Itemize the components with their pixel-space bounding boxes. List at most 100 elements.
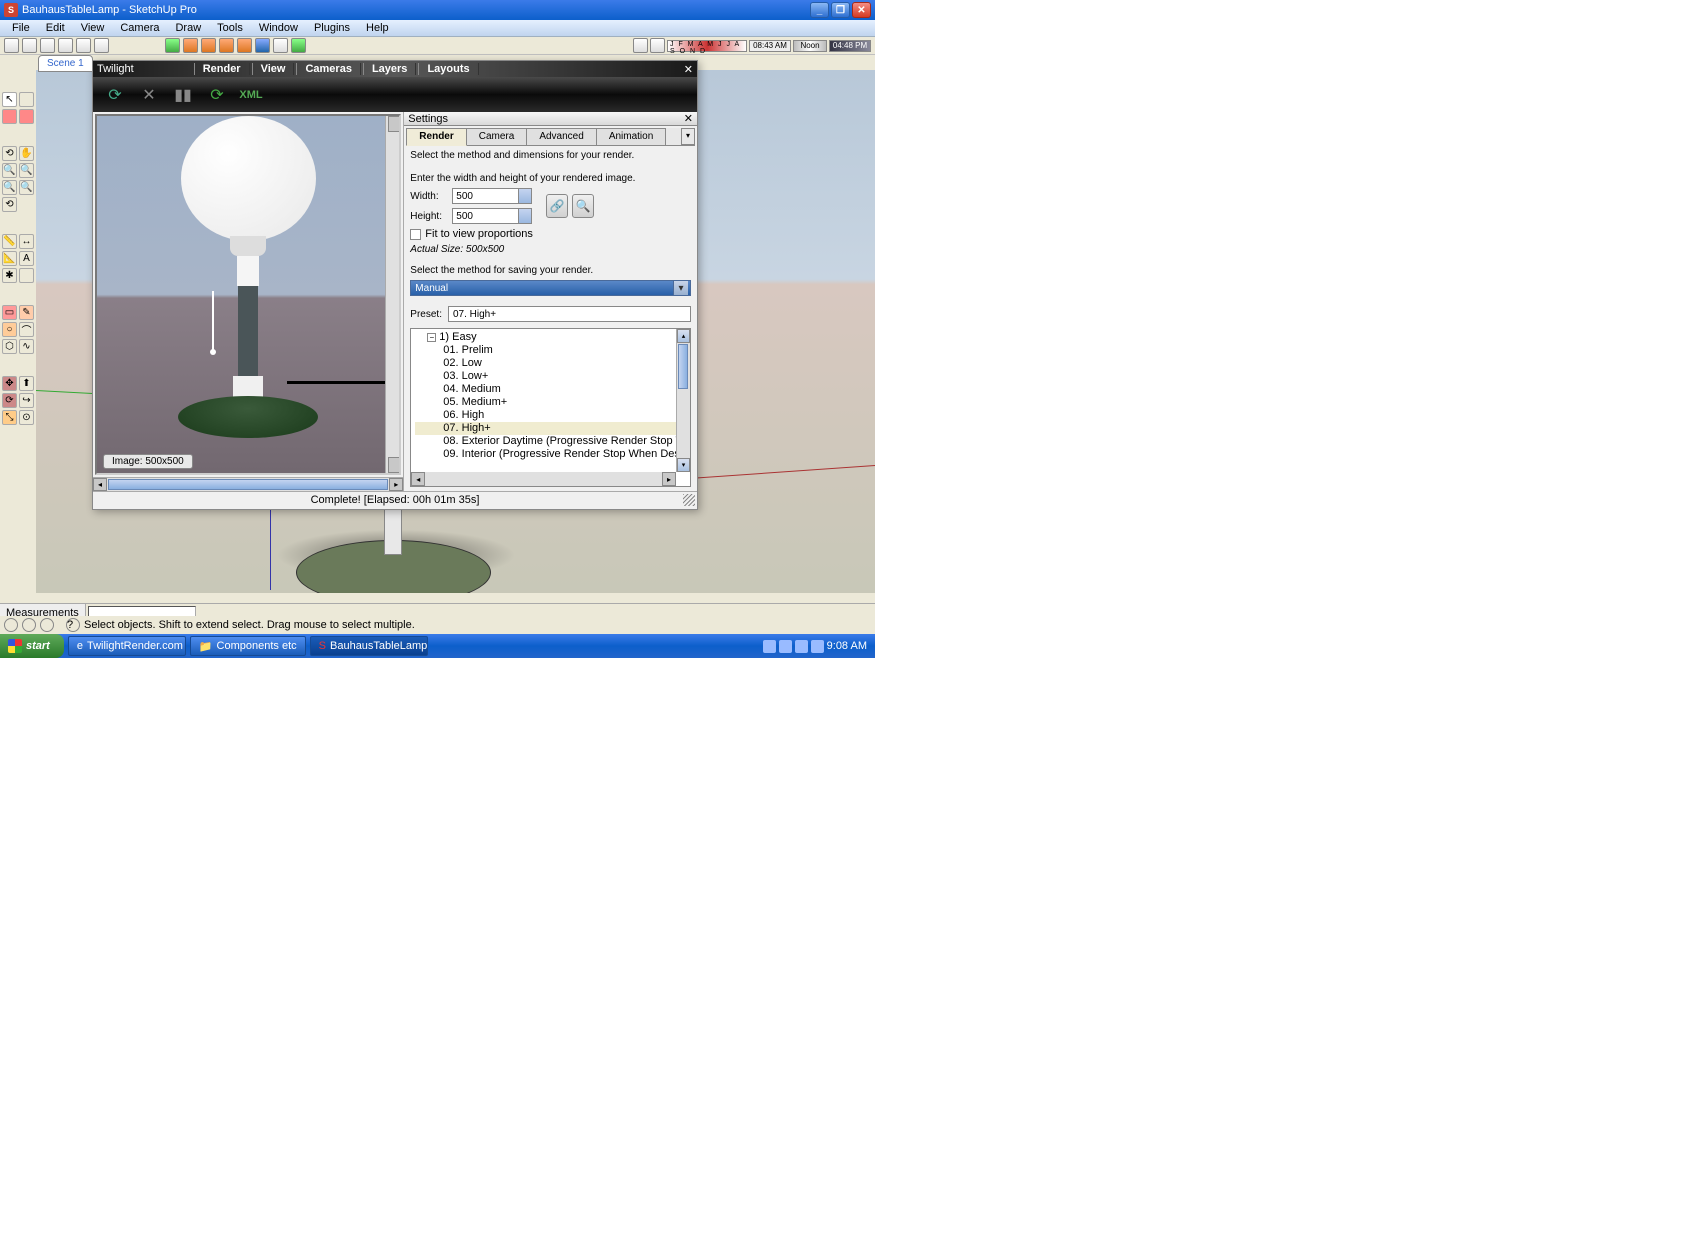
twilight-titlebar[interactable]: Twilight Render View Cameras Layers Layo… bbox=[93, 61, 697, 77]
zoom-window-icon[interactable]: 🔍 bbox=[19, 163, 34, 178]
eraser-tool-icon[interactable] bbox=[19, 109, 34, 124]
scale-tool-icon[interactable]: ⤡ bbox=[2, 410, 17, 425]
plugin7-icon[interactable] bbox=[273, 38, 288, 53]
move-tool-icon[interactable]: ✥ bbox=[2, 376, 17, 391]
tree-expander-icon[interactable]: − bbox=[427, 333, 436, 342]
tab-animation[interactable]: Animation bbox=[596, 128, 666, 145]
tree-scroll-right-icon[interactable]: ▸ bbox=[662, 472, 676, 486]
plugin2-icon[interactable] bbox=[183, 38, 198, 53]
time-noon[interactable]: Noon bbox=[793, 40, 827, 52]
maximize-button[interactable]: ❐ bbox=[831, 2, 850, 18]
preset-item[interactable]: 08. Exterior Daytime (Progressive Render… bbox=[415, 435, 686, 448]
component-tool-icon[interactable] bbox=[19, 92, 34, 107]
zoom-button[interactable]: 🔍 bbox=[572, 194, 594, 218]
paint-bucket-icon[interactable] bbox=[2, 109, 17, 124]
task-sketchup[interactable]: SBauhausTableLamp - ... bbox=[310, 636, 428, 656]
height-input[interactable]: 500 bbox=[452, 208, 532, 224]
rw-menu-view[interactable]: View bbox=[252, 63, 295, 75]
pan-tool-icon[interactable]: ✋ bbox=[19, 146, 34, 161]
tree-v-scrollbar[interactable]: ▴ ▾ bbox=[676, 329, 690, 472]
close-button[interactable]: ✕ bbox=[852, 2, 871, 18]
protractor-icon[interactable] bbox=[58, 38, 73, 53]
render-stop-icon[interactable]: ✕ bbox=[137, 83, 161, 107]
preview-h-scrollbar[interactable]: ◂ ▸ bbox=[93, 477, 403, 491]
time-am[interactable]: 08:43 AM bbox=[749, 40, 791, 52]
tab-render[interactable]: Render bbox=[406, 128, 466, 146]
rw-menu-cameras[interactable]: Cameras bbox=[296, 63, 360, 75]
lock-ratio-button[interactable]: 🔗 bbox=[546, 194, 568, 218]
text-icon[interactable] bbox=[94, 38, 109, 53]
circle-tool-icon[interactable]: ○ bbox=[2, 322, 17, 337]
menu-file[interactable]: File bbox=[4, 22, 38, 34]
tray-icon-4[interactable] bbox=[811, 640, 824, 653]
plugin6-icon[interactable] bbox=[255, 38, 270, 53]
scroll-right-icon[interactable]: ▸ bbox=[389, 478, 403, 491]
time-pm[interactable]: 04:48 PM bbox=[829, 40, 871, 52]
status-icon-1[interactable] bbox=[4, 618, 18, 632]
camera-top-icon[interactable] bbox=[22, 38, 37, 53]
fit-checkbox[interactable] bbox=[410, 229, 421, 240]
preset-item[interactable]: 04. Medium bbox=[415, 383, 686, 396]
camera-iso-icon[interactable] bbox=[4, 38, 19, 53]
preset-item-selected[interactable]: 07. High+ bbox=[415, 422, 686, 435]
scroll-up-icon[interactable]: ▴ bbox=[677, 329, 690, 343]
menu-edit[interactable]: Edit bbox=[38, 22, 73, 34]
tree-scroll-left-icon[interactable]: ◂ bbox=[411, 472, 425, 486]
scroll-down-icon[interactable]: ▾ bbox=[677, 458, 690, 472]
plugin5-icon[interactable] bbox=[237, 38, 252, 53]
scene-tab[interactable]: Scene 1 bbox=[38, 55, 93, 72]
tree-scroll-thumb[interactable] bbox=[678, 344, 688, 389]
rw-menu-render[interactable]: Render bbox=[194, 63, 250, 75]
resize-grip-icon[interactable] bbox=[683, 494, 695, 506]
arc-tool-icon[interactable]: ⌒ bbox=[19, 322, 34, 337]
settings-close-icon[interactable]: ✕ bbox=[684, 112, 693, 125]
line-tool-icon[interactable]: ✎ bbox=[19, 305, 34, 320]
plugin4-icon[interactable] bbox=[219, 38, 234, 53]
preview-v-scrollbar[interactable] bbox=[385, 116, 399, 473]
preset-input[interactable]: 07. High+ bbox=[448, 306, 691, 322]
task-ie[interactable]: eTwilightRender.com •... bbox=[68, 636, 186, 656]
tree-group-easy[interactable]: 1) Easy bbox=[439, 331, 476, 344]
menu-plugins[interactable]: Plugins bbox=[306, 22, 358, 34]
render-start-icon[interactable]: ⟳ bbox=[103, 83, 127, 107]
polygon-tool-icon[interactable]: ⬡ bbox=[2, 339, 17, 354]
tray-icon-1[interactable] bbox=[763, 640, 776, 653]
rw-menu-layers[interactable]: Layers bbox=[363, 63, 416, 75]
offset-tool-icon[interactable]: ⊙ bbox=[19, 410, 34, 425]
preset-tree[interactable]: − 1) Easy 01. Prelim 02. Low 03. Low+ 04… bbox=[410, 328, 691, 487]
orbit-tool-icon[interactable]: ⟲ bbox=[2, 146, 17, 161]
rectangle-tool-icon[interactable]: ▭ bbox=[2, 305, 17, 320]
menu-tools[interactable]: Tools bbox=[209, 22, 251, 34]
preset-item[interactable]: 06. High bbox=[415, 409, 686, 422]
followme-tool-icon[interactable]: ↪ bbox=[19, 393, 34, 408]
menu-window[interactable]: Window bbox=[251, 22, 306, 34]
tray-icon-3[interactable] bbox=[795, 640, 808, 653]
text-tool-icon[interactable]: A bbox=[19, 251, 34, 266]
camera-front-icon[interactable] bbox=[40, 38, 55, 53]
task-folder[interactable]: 📁Components etc bbox=[190, 636, 306, 656]
status-icon-2[interactable] bbox=[22, 618, 36, 632]
settings-title[interactable]: Settings ✕ bbox=[404, 112, 697, 126]
menu-draw[interactable]: Draw bbox=[167, 22, 209, 34]
plugin3-icon[interactable] bbox=[201, 38, 216, 53]
width-input[interactable]: 500 bbox=[452, 188, 532, 204]
help-icon[interactable]: ? bbox=[66, 618, 80, 632]
shadow-settings-icon[interactable] bbox=[650, 38, 665, 53]
preset-item[interactable]: 05. Medium+ bbox=[415, 396, 686, 409]
render-pause-icon[interactable]: ▮▮ bbox=[171, 83, 195, 107]
rotate-tool-icon[interactable]: ⟳ bbox=[2, 393, 17, 408]
next-view-icon[interactable]: ⟲ bbox=[2, 197, 17, 212]
freehand-tool-icon[interactable]: ∿ bbox=[19, 339, 34, 354]
status-icon-3[interactable] bbox=[40, 618, 54, 632]
export-xml-icon[interactable]: XML bbox=[239, 83, 263, 107]
zoom-extents-icon[interactable]: 🔍 bbox=[2, 180, 17, 195]
tab-advanced[interactable]: Advanced bbox=[526, 128, 596, 145]
section-plane-icon[interactable] bbox=[19, 268, 34, 283]
tray-clock[interactable]: 9:08 AM bbox=[827, 640, 867, 652]
plugin8-icon[interactable] bbox=[291, 38, 306, 53]
previous-view-icon[interactable]: 🔍 bbox=[19, 180, 34, 195]
menu-camera[interactable]: Camera bbox=[112, 22, 167, 34]
scroll-left-icon[interactable]: ◂ bbox=[93, 478, 107, 491]
tray-icon-2[interactable] bbox=[779, 640, 792, 653]
rw-menu-layouts[interactable]: Layouts bbox=[418, 63, 478, 75]
